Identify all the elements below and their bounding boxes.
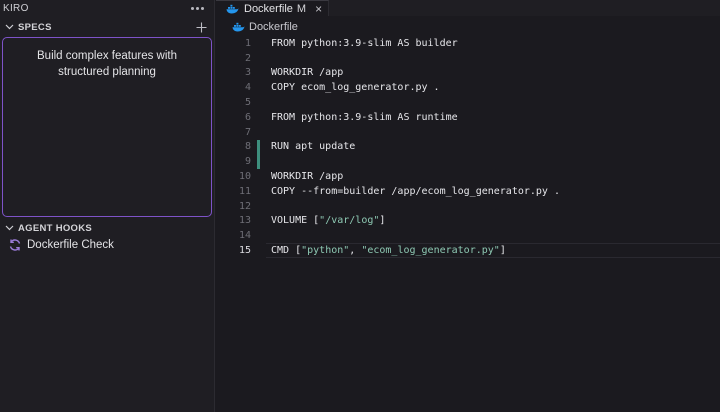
- line-number: 14: [238, 230, 251, 242]
- gutter-change-marker: [257, 125, 260, 140]
- gutter-change-marker: [257, 51, 260, 66]
- chevron-down-icon[interactable]: [3, 21, 15, 33]
- code-line-text: WORKDIR /app: [271, 67, 344, 79]
- tab-label: Dockerfile: [244, 2, 293, 15]
- code-line[interactable]: 9: [216, 154, 720, 170]
- gutter-change-marker: [257, 139, 260, 155]
- gutter-change-marker: [257, 228, 260, 243]
- gutter-change-marker: [257, 110, 260, 125]
- line-number: 5: [244, 97, 251, 109]
- docker-icon: [226, 4, 239, 14]
- line-number: 9: [244, 156, 251, 168]
- more-options-icon[interactable]: [191, 7, 204, 10]
- breadcrumb: Dockerfile: [216, 16, 720, 38]
- code-line-text: WORKDIR /app: [271, 171, 344, 183]
- tab-dockerfile[interactable]: Dockerfile M ×: [216, 0, 330, 16]
- hook-item-label: Dockerfile Check: [27, 239, 114, 251]
- code-line[interactable]: 4 COPY ecom_log_generator.py .: [216, 80, 720, 95]
- tab-bar: Dockerfile M ×: [216, 0, 720, 16]
- line-number: 15: [238, 245, 251, 257]
- close-icon[interactable]: ×: [315, 3, 322, 15]
- agent-hooks-section-header[interactable]: AGENT HOOKS: [0, 218, 214, 238]
- code-line[interactable]: 7: [216, 125, 720, 140]
- code-line[interactable]: 10 WORKDIR /app: [216, 169, 720, 184]
- sidebar-title: KIRO: [3, 3, 29, 14]
- sidebar: KIRO SPECS Build complex features with s…: [0, 0, 215, 412]
- code-line-text: RUN apt update: [271, 141, 356, 153]
- gutter-change-marker: [257, 199, 260, 214]
- code-line[interactable]: 11 COPY --from=builder /app/ecom_log_gene…: [216, 184, 720, 199]
- code-editor[interactable]: 1 FROM python:3.9-slim AS builder 2 3 WORKDI…: [216, 36, 720, 258]
- specs-section-label: SPECS: [18, 21, 52, 33]
- code-line-text: COPY --from=builder /app/ecom_log_genera…: [271, 185, 560, 197]
- specs-panel-text: Build complex features with structured p…: [37, 50, 177, 78]
- gutter-change-marker: [257, 66, 260, 81]
- code-line[interactable]: 5: [216, 95, 720, 110]
- gutter-change-marker: [257, 214, 260, 229]
- line-number: 6: [244, 111, 251, 123]
- gutter-change-marker: [257, 95, 260, 110]
- line-number: 2: [244, 52, 251, 64]
- line-number: 10: [238, 171, 251, 183]
- line-number: 3: [244, 67, 251, 79]
- line-number: 12: [238, 200, 251, 212]
- line-number: 8: [244, 141, 251, 153]
- code-line[interactable]: 6 FROM python:3.9-slim AS runtime: [216, 110, 720, 125]
- code-line[interactable]: 8 RUN apt update: [216, 139, 720, 155]
- gutter-change-marker: [257, 36, 260, 51]
- code-line[interactable]: 2: [216, 51, 720, 66]
- editor-area: Dockerfile M × Dockerfile 1 FROM python:3…: [216, 0, 720, 412]
- code-line[interactable]: 12: [216, 199, 720, 214]
- gutter-change-marker: [257, 169, 260, 184]
- code-line[interactable]: 15 CMD ["python", "ecom_log_generator.py"…: [216, 243, 720, 258]
- gutter-change-marker: [257, 154, 260, 170]
- breadcrumb-file[interactable]: Dockerfile: [249, 21, 298, 33]
- gutter-change-marker: [257, 243, 260, 258]
- line-number: 11: [238, 185, 251, 197]
- agent-hooks-section-label: AGENT HOOKS: [18, 222, 93, 234]
- gutter-change-marker: [257, 184, 260, 199]
- add-spec-button[interactable]: [194, 20, 208, 34]
- docker-icon: [232, 22, 245, 32]
- sync-icon: [8, 238, 22, 252]
- code-line-text: COPY ecom_log_generator.py .: [271, 82, 440, 94]
- line-number: 7: [244, 126, 251, 138]
- line-number: 1: [244, 37, 251, 49]
- code-line[interactable]: 13 VOLUME ["/var/log"]: [216, 214, 720, 229]
- code-line[interactable]: 14: [216, 228, 720, 243]
- code-line-text: FROM python:3.9-slim AS runtime: [271, 111, 458, 123]
- modified-indicator: M: [296, 2, 307, 15]
- sidebar-header: KIRO: [0, 0, 214, 17]
- code-line-text: CMD ["python", "ecom_log_generator.py"]: [271, 245, 506, 257]
- hook-item-dockerfile-check[interactable]: Dockerfile Check: [8, 236, 114, 254]
- chevron-down-icon[interactable]: [3, 222, 15, 234]
- specs-panel[interactable]: Build complex features with structured p…: [2, 37, 212, 217]
- gutter-change-marker: [257, 80, 260, 95]
- specs-section-header[interactable]: SPECS: [0, 17, 214, 37]
- code-line-text: VOLUME ["/var/log"]: [271, 215, 386, 227]
- line-number: 4: [244, 82, 251, 94]
- code-line-text: FROM python:3.9-slim AS builder: [271, 37, 458, 49]
- line-number: 13: [238, 215, 251, 227]
- code-line[interactable]: 3 WORKDIR /app: [216, 66, 720, 81]
- code-line[interactable]: 1 FROM python:3.9-slim AS builder: [216, 36, 720, 51]
